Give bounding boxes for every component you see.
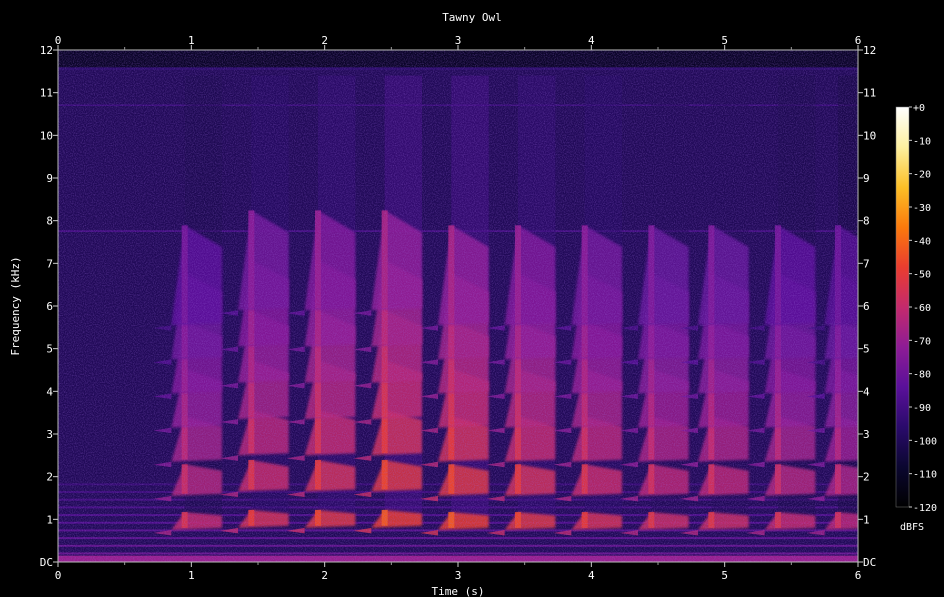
chart-title: Tawny Owl [442,11,502,24]
y-tick-label-left: 12 [40,44,53,57]
y-tick-label-left: DC [40,556,53,569]
x-tick-label-top: 4 [588,34,595,47]
x-tick-label-top: 0 [55,34,62,47]
colorbar-tick-label: -80 [913,370,931,381]
colorbar-tick-label: -110 [913,470,937,481]
y-axis-label: Frequency (kHz) [9,256,22,355]
x-tick-label-top: 3 [455,34,462,47]
y-tick-label-left: 4 [46,385,53,398]
x-tick-label-bottom: 3 [455,569,462,582]
y-tick-label-left: 3 [46,428,53,441]
y-tick-label-right: DC [863,556,876,569]
y-tick-label-left: 5 [46,343,53,356]
y-tick-label-right: 8 [863,215,870,228]
colorbar-tick-label: -20 [913,170,931,181]
colorbar-tick-label: -10 [913,136,931,147]
colorbar-tick-label: -60 [913,303,931,314]
y-tick-label-left: 8 [46,215,53,228]
x-tick-label-top: 1 [188,34,195,47]
x-tick-label-top: 6 [855,34,862,47]
y-tick-label-right: 4 [863,385,870,398]
y-tick-label-left: 2 [46,471,53,484]
y-tick-label-right: 2 [863,471,870,484]
y-tick-label-right: 12 [863,44,876,57]
x-tick-label-bottom: 2 [321,569,328,582]
y-tick-label-right: 6 [863,300,870,313]
y-tick-label-right: 1 [863,513,870,526]
colorbar-label: dBFS [900,522,924,533]
y-tick-label-right: 7 [863,257,870,270]
plot-grain-overlay [58,50,858,562]
colorbar-tick-label: -90 [913,403,931,414]
x-tick-label-bottom: 4 [588,569,595,582]
colorbar-tick-label: -120 [913,503,937,514]
x-tick-label-top: 2 [321,34,328,47]
y-tick-label-left: 10 [40,129,53,142]
x-tick-label-top: 5 [721,34,728,47]
y-tick-label-left: 1 [46,513,53,526]
y-tick-label-left: 11 [40,87,53,100]
y-tick-label-right: 5 [863,343,870,356]
y-tick-label-left: 6 [46,300,53,313]
spectrogram-chart: 00112233445566DC DC1 12 23 34 45 56 67 78 89 910 10… [9,11,937,597]
colorbar: +0 -10 -20 -30 -40 -50 -60 -70 -80 -90 -100 -110 -12… [895,103,937,514]
y-tick-label-right: 10 [863,129,876,142]
x-tick-label-bottom: 6 [855,569,862,582]
colorbar-tick-label: -30 [913,203,931,214]
x-tick-label-bottom: 5 [721,569,728,582]
y-tick-label-right: 3 [863,428,870,441]
x-tick-label-bottom: 0 [55,569,62,582]
colorbar-tick-label: -100 [913,436,937,447]
colorbar-tick-label: -40 [913,236,931,247]
x-axis-label: Time (s) [432,585,485,597]
colorbar-gradient [895,106,910,508]
colorbar-tick-label: -70 [913,336,931,347]
y-tick-label-right: 11 [863,87,876,100]
x-tick-label-bottom: 1 [188,569,195,582]
colorbar-tick-label: +0 [913,103,925,114]
y-tick-label-left: 7 [46,257,53,270]
colorbar-tick-label: -50 [913,270,931,281]
y-tick-label-left: 9 [46,172,53,185]
y-tick-label-right: 9 [863,172,870,185]
